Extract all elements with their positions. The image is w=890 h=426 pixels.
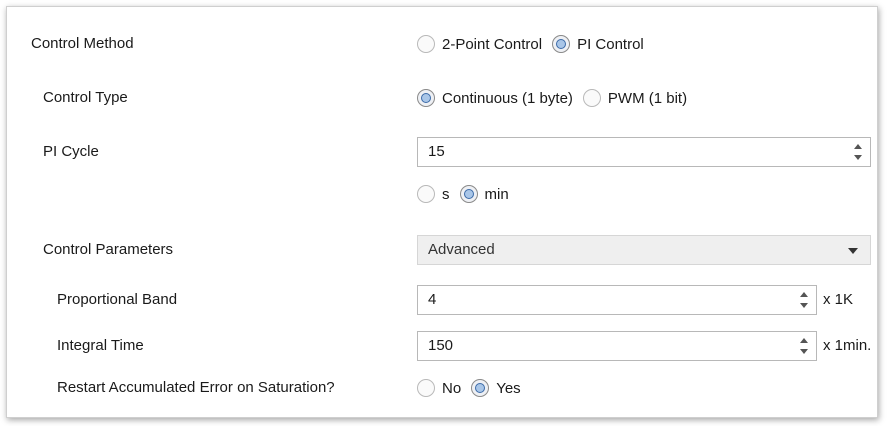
radio-unchecked-icon[interactable]	[417, 185, 435, 203]
control-method-radio-group: 2-Point Control PI Control	[417, 27, 654, 61]
radio-pwm-label: PWM (1 bit)	[607, 89, 688, 107]
restart-error-radio-group: No Yes	[417, 371, 531, 405]
radio-pwm[interactable]: PWM (1 bit)	[582, 89, 688, 107]
pi-cycle-label: PI Cycle	[43, 143, 99, 160]
spin-arrows[interactable]	[798, 292, 810, 308]
pi-cycle-value[interactable]: 15	[428, 138, 445, 166]
spin-up-icon[interactable]	[800, 338, 808, 343]
radio-checked-icon[interactable]	[552, 35, 571, 53]
spin-arrows[interactable]	[798, 338, 810, 354]
pi-cycle-unit-row: s min	[7, 177, 877, 211]
control-type-label: Control Type	[43, 89, 128, 106]
radio-unchecked-icon[interactable]	[582, 89, 601, 107]
proportional-band-unit: x 1K	[823, 291, 854, 308]
restart-error-label: Restart Accumulated Error on Saturation?	[57, 379, 335, 396]
radio-2-point-control-label: 2-Point Control	[442, 35, 543, 53]
radio-pi-control-label: PI Control	[577, 35, 644, 53]
pi-cycle-row: PI Cycle 15	[7, 135, 877, 169]
radio-continuous-label: Continuous (1 byte)	[442, 89, 573, 107]
radio-checked-icon[interactable]	[471, 379, 490, 397]
radio-unchecked-icon[interactable]	[417, 379, 435, 397]
control-parameters-row: Control Parameters Advanced	[7, 233, 877, 267]
radio-no[interactable]: No	[417, 379, 461, 397]
radio-checked-icon[interactable]	[459, 185, 478, 203]
control-parameters-value: Advanced	[428, 241, 495, 258]
radio-checked-icon[interactable]	[417, 89, 435, 107]
integral-time-label: Integral Time	[57, 337, 144, 354]
proportional-band-label: Proportional Band	[57, 291, 178, 308]
radio-no-label: No	[442, 379, 462, 397]
spin-arrows[interactable]	[852, 144, 864, 160]
integral-time-value[interactable]: 150	[428, 332, 453, 360]
proportional-band-spinbox[interactable]: 4	[417, 285, 817, 315]
radio-seconds[interactable]: s	[417, 185, 450, 203]
chevron-down-icon[interactable]	[848, 248, 858, 254]
radio-2-point-control[interactable]: 2-Point Control	[417, 35, 542, 53]
spin-down-icon[interactable]	[854, 155, 862, 160]
control-method-row: Control Method 2-Point Control PI Contro…	[7, 27, 877, 61]
pi-cycle-spinbox[interactable]: 15	[417, 137, 871, 167]
pi-cycle-unit-radio-group: s min	[417, 177, 519, 211]
control-method-label: Control Method	[31, 35, 134, 52]
spin-up-icon[interactable]	[854, 144, 862, 149]
control-parameters-label: Control Parameters	[43, 241, 174, 258]
spin-up-icon[interactable]	[800, 292, 808, 297]
parameters-panel: Control Method 2-Point Control PI Contro…	[6, 6, 878, 418]
radio-continuous[interactable]: Continuous (1 byte)	[417, 89, 573, 107]
integral-time-unit: x 1min.	[823, 337, 872, 354]
integral-time-spinbox[interactable]: 150	[417, 331, 817, 361]
radio-seconds-label: s	[442, 185, 450, 203]
radio-unchecked-icon[interactable]	[417, 35, 435, 53]
control-type-radio-group: Continuous (1 byte) PWM (1 bit)	[417, 81, 697, 115]
proportional-band-row: Proportional Band 4 x 1K	[7, 283, 877, 317]
radio-pi-control[interactable]: PI Control	[552, 35, 644, 53]
spin-down-icon[interactable]	[800, 303, 808, 308]
radio-yes[interactable]: Yes	[471, 379, 521, 397]
radio-minutes-label: min	[484, 185, 509, 203]
radio-yes-label: Yes	[496, 379, 521, 397]
proportional-band-value[interactable]: 4	[428, 286, 436, 314]
control-parameters-dropdown[interactable]: Advanced	[417, 235, 871, 265]
restart-error-row: Restart Accumulated Error on Saturation?…	[7, 371, 877, 405]
integral-time-row: Integral Time 150 x 1min.	[7, 329, 877, 363]
radio-minutes[interactable]: min	[459, 185, 509, 203]
spin-down-icon[interactable]	[800, 349, 808, 354]
control-type-row: Control Type Continuous (1 byte) PWM (1 …	[7, 81, 877, 115]
